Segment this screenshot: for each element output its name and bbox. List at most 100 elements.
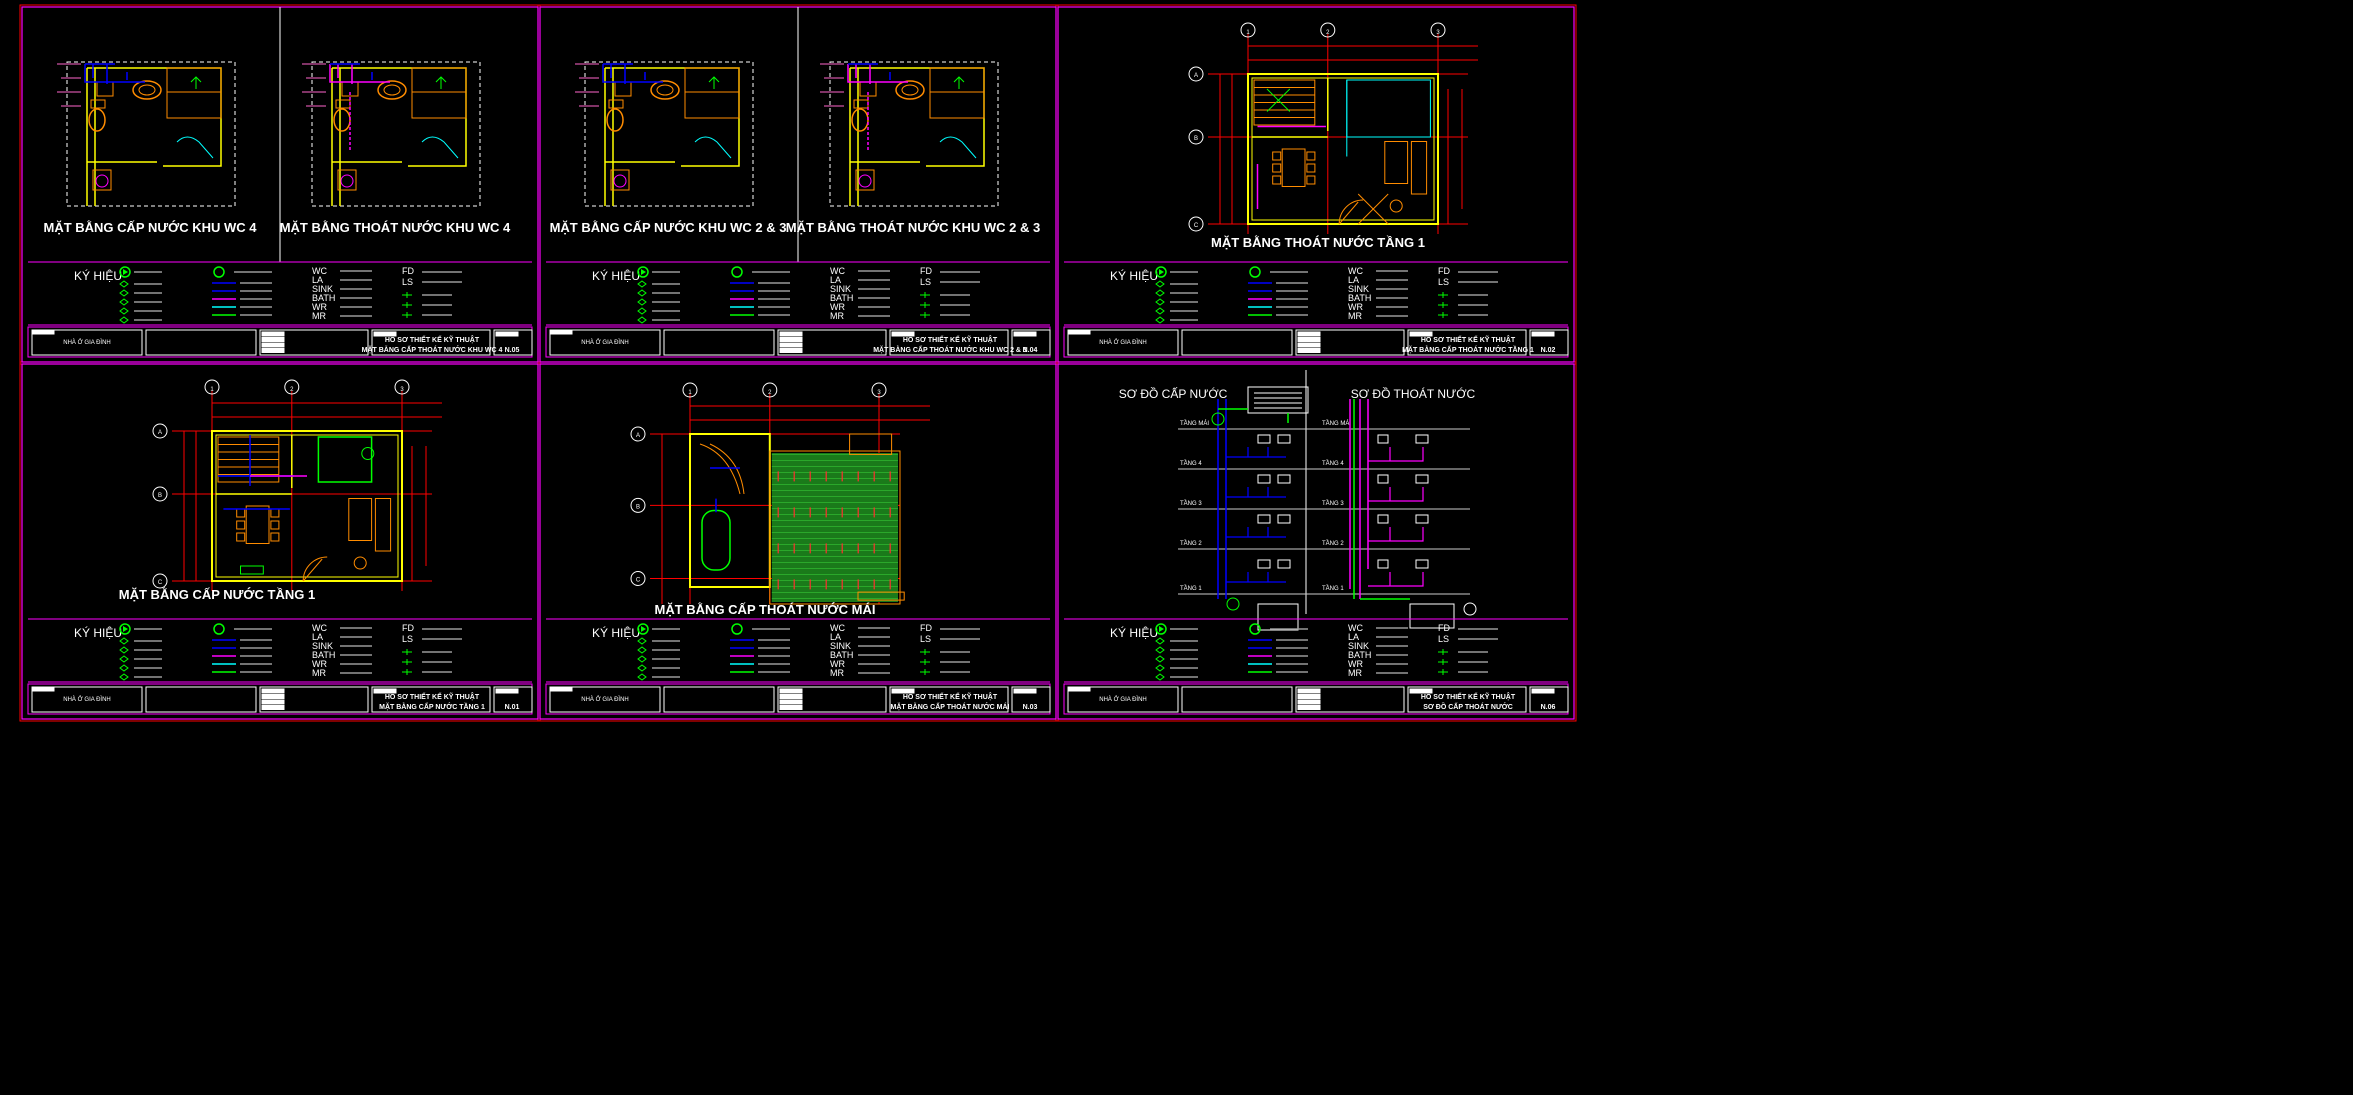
armchair	[374, 498, 392, 552]
legend-code: LS	[402, 277, 413, 287]
branch-pipe	[1226, 447, 1286, 458]
valve-symbol-icon	[1155, 646, 1165, 654]
door-swing-icon	[176, 136, 214, 159]
grid-label: C	[636, 578, 641, 584]
fixture-box	[1277, 434, 1291, 444]
floor-level-label: TẦNG 1	[1322, 585, 1344, 592]
valve-symbol-icon	[637, 316, 647, 324]
tb-title-2: MẶT BẰNG CẤP THOÁT NƯỚC TẦNG 1	[1402, 344, 1534, 354]
tb-logo	[549, 329, 573, 335]
sheet-s2: MẶT BẰNG CẤP NƯỚC KHU WC 2 & 3 MẶT BẰNG T…	[539, 6, 1057, 363]
grid-label: 3	[400, 387, 404, 393]
tb-logo	[1067, 686, 1091, 692]
tb-sign-label	[1297, 699, 1321, 705]
sink-counter	[240, 565, 264, 575]
pipe-run-2	[848, 63, 891, 80]
tb-number-label	[495, 688, 519, 694]
shower-tray	[614, 81, 632, 97]
tb-project: NHÀ Ở GIA ĐÌNH	[1099, 696, 1146, 703]
floor-drain-icon	[1438, 292, 1448, 298]
tb-sign-label	[1297, 348, 1321, 353]
tb-sign-label	[779, 694, 803, 699]
tb-blank-box	[663, 686, 775, 713]
floor-drain-icon	[402, 292, 412, 298]
tank-room	[317, 436, 373, 483]
grid-label: 1	[210, 387, 214, 393]
door-swing-icon	[939, 136, 977, 159]
spiral-stair	[699, 443, 745, 495]
pump-arrow-icon	[641, 626, 646, 632]
tb-blank-box	[145, 686, 257, 713]
fixture-box	[1415, 474, 1429, 484]
tb-sign-label	[261, 705, 285, 710]
tb-title-2: MẶT BẰNG CẤP NƯỚC TẦNG 1	[379, 701, 485, 711]
tb-title-1: HỒ SƠ THIẾT KẾ KỸ THUẬT	[385, 691, 480, 701]
floor-drain-icon	[1438, 312, 1448, 318]
floor-drain-icon	[402, 669, 412, 675]
tb-title-2: MẶT BẰNG CẤP THOÁT NƯỚC KHU WC 4	[362, 344, 503, 354]
floor-level-label: TẦNG MÁI	[1180, 420, 1209, 427]
plant-icon	[1389, 199, 1403, 213]
drawing-title: MẶT BẰNG CẤP NƯỚC TẦNG 1	[119, 587, 315, 602]
tb-sheet-number: N.04	[1023, 347, 1038, 354]
floor-plan: 1 2 3 A B C	[1188, 22, 1478, 234]
grid-label: A	[1194, 73, 1198, 79]
wc-cabinet	[411, 67, 467, 119]
faucet-icon	[435, 76, 447, 89]
manhole-icon	[1463, 602, 1477, 616]
grid-label: C	[1194, 223, 1199, 229]
valve-symbol-icon	[119, 289, 129, 297]
pipe-run-2	[85, 63, 128, 80]
floor-level-label: TẦNG 4	[1180, 460, 1202, 467]
tb-sign-label	[1297, 331, 1321, 337]
valve-symbol-icon	[637, 646, 647, 654]
roof-plan: 1 2 3 A B C	[630, 382, 930, 605]
dining-table	[1281, 148, 1306, 187]
basin-icon	[895, 80, 925, 100]
washing-drum-icon	[340, 174, 354, 188]
tb-sign-label	[261, 348, 285, 353]
drain-branch	[1368, 487, 1424, 502]
supply-main	[1218, 408, 1289, 423]
drawing-title: MẶT BẰNG CẤP THOÁT NƯỚC MÁI	[655, 602, 876, 617]
tb-sign-label	[261, 337, 285, 342]
tb-logo	[31, 686, 55, 692]
chair	[236, 508, 246, 518]
wc-plan	[57, 61, 236, 207]
valve-symbol-icon	[119, 298, 129, 306]
floor-drain-icon	[920, 312, 930, 318]
tb-logo	[549, 686, 573, 692]
drawing-title: MẶT BẰNG CẤP NƯỚC KHU WC 2 & 3	[550, 220, 787, 235]
pipe-run-2	[603, 63, 646, 80]
supply-pipe	[218, 435, 294, 510]
tb-blank-box	[663, 329, 775, 356]
drawing-title: MẶT BẰNG THOÁT NƯỚC KHU WC 4	[280, 220, 511, 235]
stair-room-wall	[689, 433, 771, 588]
drawing-title: MẶT BẰNG CẤP NƯỚC KHU WC 4	[43, 220, 257, 235]
legend-code: MR	[830, 311, 844, 321]
pipe-run	[84, 64, 145, 84]
valve-symbol-icon	[637, 298, 647, 306]
shower-tray	[96, 81, 114, 97]
legend-heading: KÝ HIỆU	[592, 625, 640, 640]
floor-plan: 1 2 3 A B C	[152, 379, 442, 591]
ground-tank	[1257, 603, 1299, 631]
legend-heading: KÝ HIỆU	[1110, 625, 1158, 640]
meter-symbol-icon	[213, 623, 225, 635]
valve-symbol-icon	[1155, 298, 1165, 306]
tb-title-1: HỒ SƠ THIẾT KẾ KỸ THUẬT	[385, 334, 480, 344]
pump-arrow-icon	[1159, 269, 1164, 275]
fixture-box	[1415, 559, 1429, 569]
grid-label: C	[158, 580, 163, 586]
roof-tank	[1247, 386, 1309, 414]
grid-label: B	[1194, 136, 1198, 142]
pump-arrow-icon	[641, 269, 646, 275]
wc-dashed-boundary	[66, 61, 236, 207]
valve-symbol-icon	[1155, 316, 1165, 324]
tb-logo	[1067, 329, 1091, 335]
floor-drain-icon	[1438, 669, 1448, 675]
wc-cabinet	[929, 67, 985, 119]
valve-symbol-icon	[1155, 307, 1165, 315]
tb-number-label	[1531, 688, 1555, 694]
floor-drain-icon	[1438, 649, 1448, 655]
